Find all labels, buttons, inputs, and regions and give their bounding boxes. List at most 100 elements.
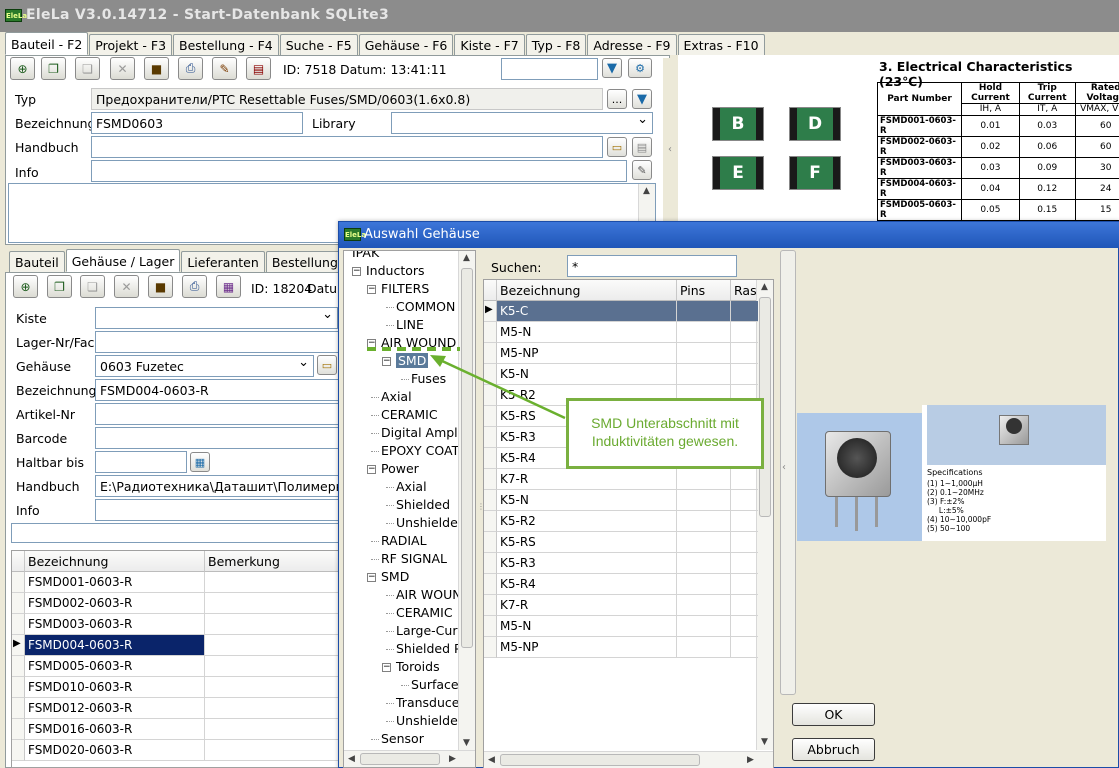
category-tree[interactable]: IPAK − Inductors − FILTERS COMMON M LINE − AIR W… [343, 250, 476, 768]
delete-part-button[interactable]: ✕ [110, 57, 135, 80]
grid-scrollbar[interactable]: ▲ ▼ [756, 280, 773, 750]
tree-expander-icon[interactable]: − [382, 663, 391, 672]
lager-nr-input[interactable] [95, 331, 345, 353]
typ-filter-icon[interactable]: ▼ [632, 89, 652, 109]
tree-expander-icon[interactable]: − [367, 465, 376, 474]
table-row[interactable]: FSMD020-0603-R [25, 740, 205, 761]
package-row[interactable]: K5-C [497, 301, 677, 322]
table-row[interactable]: FSMD005-0603-R [25, 656, 205, 677]
row-rast[interactable] [731, 322, 758, 343]
tree-node[interactable]: FILTERS [381, 281, 429, 296]
open-document-icon[interactable]: ▤ [632, 137, 652, 157]
tree-node[interactable]: Axial [396, 479, 427, 494]
haltbar-input[interactable] [95, 451, 187, 473]
save-part-button[interactable]: ■ [144, 57, 169, 80]
table-row[interactable]: FSMD004-0603-R [25, 635, 205, 656]
row-rast[interactable] [731, 595, 758, 616]
folder-icon[interactable]: ▭ [607, 137, 627, 157]
kiste-select[interactable] [95, 307, 338, 329]
row-bemerkung[interactable] [205, 677, 346, 698]
main-tab-1[interactable]: Projekt - F3 [89, 34, 173, 55]
tree-expander-icon[interactable]: − [352, 267, 361, 276]
filter-input[interactable] [501, 58, 598, 80]
package-row[interactable]: K7-R [497, 469, 677, 490]
row-bemerkung[interactable] [205, 572, 346, 593]
print-stock-button[interactable]: ⎙ [182, 275, 207, 298]
typ-browse-button[interactable]: ... [607, 89, 627, 109]
row-bemerkung[interactable] [205, 614, 346, 635]
tree-node[interactable]: Power [381, 461, 419, 476]
row-bemerkung[interactable] [205, 656, 346, 677]
tree-node[interactable]: RADIAL [381, 533, 427, 548]
col-pkg-bezeichnung[interactable]: Bezeichnung [497, 280, 677, 301]
row-pins[interactable] [677, 511, 731, 532]
filter-settings-icon[interactable]: ⚙ [628, 58, 652, 78]
row-rast[interactable] [731, 469, 758, 490]
package-row[interactable]: K5-RS [497, 532, 677, 553]
paste-part-button[interactable]: ❏ [75, 57, 100, 80]
delete-stock-button[interactable]: ✕ [114, 275, 139, 298]
main-tab-4[interactable]: Gehäuse - F6 [358, 34, 454, 55]
row-pins[interactable] [677, 469, 731, 490]
tree-node[interactable]: Unshielded [396, 515, 466, 530]
edit-info-icon[interactable]: ✎ [632, 160, 652, 180]
package-row[interactable]: M5-NP [497, 637, 677, 658]
main-tab-7[interactable]: Adresse - F9 [587, 34, 677, 55]
stock-bezeichnung-input[interactable]: FSMD004-0603-R [95, 379, 345, 401]
row-bemerkung[interactable] [205, 740, 346, 761]
col-bemerkung[interactable]: Bemerkung [205, 551, 346, 572]
image-splitter-icon[interactable]: ‹ [782, 462, 786, 473]
row-pins[interactable] [677, 553, 731, 574]
abbruch-button[interactable]: Abbruch [792, 738, 875, 761]
package-row[interactable]: K5-R2 [497, 511, 677, 532]
row-pins[interactable] [677, 301, 731, 322]
barcode-input[interactable] [95, 427, 345, 449]
sub-tab-2[interactable]: Lieferanten [181, 251, 265, 272]
col-bezeichnung[interactable]: Bezeichnung [25, 551, 205, 572]
col-rast[interactable]: Rast [731, 280, 761, 301]
tree-scrollbar[interactable]: ▲ ▼ [458, 251, 475, 751]
table-row[interactable]: FSMD001-0603-R [25, 572, 205, 593]
main-tab-8[interactable]: Extras - F10 [677, 34, 765, 55]
row-rast[interactable] [731, 553, 758, 574]
splitter-handle[interactable]: ‹ [663, 58, 677, 244]
row-rast[interactable] [731, 532, 758, 553]
tree-hscrollbar[interactable]: ◀ ▶ [344, 750, 475, 767]
tree-expander-icon[interactable]: − [367, 573, 376, 582]
copy-part-button[interactable]: ❐ [41, 57, 66, 80]
row-rast[interactable] [731, 343, 758, 364]
row-pins[interactable] [677, 322, 731, 343]
row-pins[interactable] [677, 364, 731, 385]
row-rast[interactable] [731, 637, 758, 658]
row-rast[interactable] [731, 364, 758, 385]
stock-memo[interactable] [11, 523, 345, 543]
row-rast[interactable] [731, 511, 758, 532]
main-tab-0[interactable]: Bauteil - F2 [5, 32, 89, 55]
tree-node[interactable]: SMD [381, 569, 409, 584]
tree-node[interactable]: Inductors [366, 263, 425, 278]
package-row[interactable]: K5-R4 [497, 574, 677, 595]
package-row[interactable]: K5-R3 [497, 553, 677, 574]
tree-node[interactable]: LINE [396, 317, 424, 332]
edit-part-button[interactable]: ✎ [212, 57, 237, 80]
barcode-stock-button[interactable]: ▦ [216, 275, 241, 298]
tree-node[interactable]: IPAK [352, 251, 379, 260]
export-part-button[interactable]: ▤ [246, 57, 271, 80]
sub-tab-1[interactable]: Gehäuse / Lager [65, 249, 181, 272]
row-pins[interactable] [677, 574, 731, 595]
row-pins[interactable] [677, 616, 731, 637]
info-input[interactable] [91, 160, 627, 182]
new-stock-button[interactable]: ⊕ [13, 275, 38, 298]
tree-node[interactable]: RF SIGNAL [381, 551, 447, 566]
tree-node[interactable]: Toroids [396, 659, 440, 674]
filter-icon[interactable]: ▼ [602, 58, 622, 78]
tree-expander-icon[interactable]: − [367, 285, 376, 294]
table-row[interactable]: FSMD016-0603-R [25, 719, 205, 740]
table-row[interactable]: FSMD002-0603-R [25, 593, 205, 614]
main-tab-6[interactable]: Typ - F8 [525, 34, 587, 55]
ok-button[interactable]: OK [792, 703, 875, 726]
row-bemerkung[interactable] [205, 698, 346, 719]
artikel-nr-input[interactable] [95, 403, 345, 425]
package-row[interactable]: K5-N [497, 490, 677, 511]
tree-node[interactable]: CERAMIC [396, 605, 453, 620]
